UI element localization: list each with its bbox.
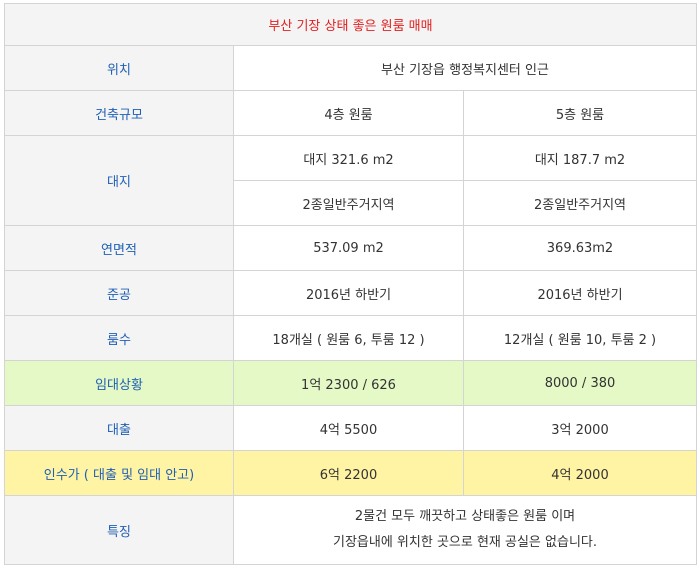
scale-value-a: 4층 원룸 [233,90,464,136]
row-label-completion: 준공 [4,270,234,316]
zoning-b: 2종일반주거지역 [463,180,697,226]
rooms-a: 18개실 ( 원룸 6, 투룸 12 ) [233,315,464,361]
property-table-wrapper: 부산 기장 상태 좋은 원룸 매매 위치 부산 기장읍 행정복지센터 인근 건축… [4,3,697,565]
floor-area-b: 369.63m2 [463,225,697,271]
rooms-b: 12개실 ( 원룸 10, 투룸 2 ) [463,315,697,361]
completion-b: 2016년 하반기 [463,270,697,316]
scale-value-b: 5층 원룸 [463,90,697,136]
lease-a: 1억 2300 / 626 [233,360,464,406]
row-label-floor-area: 연면적 [4,225,234,271]
completion-a: 2016년 하반기 [233,270,464,316]
land-area-b: 대지 187.7 m2 [463,135,697,181]
row-label-rooms: 룸수 [4,315,234,361]
features-line-2: 기장읍내에 위치한 곳으로 현재 공실은 없습니다. [333,535,597,550]
loan-a: 4억 5500 [233,405,464,451]
row-label-price: 인수가 ( 대출 및 임대 안고) [4,450,234,496]
location-value: 부산 기장읍 행정복지센터 인근 [233,45,697,91]
property-sale-table: 부산 기장 상태 좋은 원룸 매매 위치 부산 기장읍 행정복지센터 인근 건축… [4,3,697,565]
table-row-lease: 임대상황 1억 2300 / 626 8000 / 380 [4,360,697,406]
table-row-features: 특징 2물건 모두 깨끗하고 상태좋은 원룸 이며 기장읍내에 위치한 곳으로 … [4,495,697,565]
row-label-scale: 건축규모 [4,90,234,136]
row-label-location: 위치 [4,45,234,91]
table-row-completion: 준공 2016년 하반기 2016년 하반기 [4,270,697,316]
loan-b: 3억 2000 [463,405,697,451]
table-row-scale: 건축규모 4층 원룸 5층 원룸 [4,90,697,136]
floor-area-a: 537.09 m2 [233,225,464,271]
lease-b: 8000 / 380 [463,360,697,406]
table-row-loan: 대출 4억 5500 3억 2000 [4,405,697,451]
row-label-land: 대지 [4,135,234,226]
land-area-a: 대지 321.6 m2 [233,135,464,181]
price-b: 4억 2000 [463,450,697,496]
row-label-lease: 임대상황 [4,360,234,406]
table-title: 부산 기장 상태 좋은 원룸 매매 [4,3,697,46]
table-row-price: 인수가 ( 대출 및 임대 안고) 6억 2200 4억 2000 [4,450,697,496]
zoning-a: 2종일반주거지역 [233,180,464,226]
table-row-land: 대지 대지 321.6 m2 대지 187.7 m2 [4,135,697,226]
table-row-floor-area: 연면적 537.09 m2 369.63m2 [4,225,697,271]
table-row-rooms: 룸수 18개실 ( 원룸 6, 투룸 12 ) 12개실 ( 원룸 10, 투룸… [4,315,697,361]
price-a: 6억 2200 [233,450,464,496]
row-label-features: 특징 [4,495,234,565]
row-label-loan: 대출 [4,405,234,451]
features-value: 2물건 모두 깨끗하고 상태좋은 원룸 이며 기장읍내에 위치한 곳으로 현재 … [233,495,697,565]
table-row-location: 위치 부산 기장읍 행정복지센터 인근 [4,45,697,91]
features-line-1: 2물건 모두 깨끗하고 상태좋은 원룸 이며 [354,509,576,524]
